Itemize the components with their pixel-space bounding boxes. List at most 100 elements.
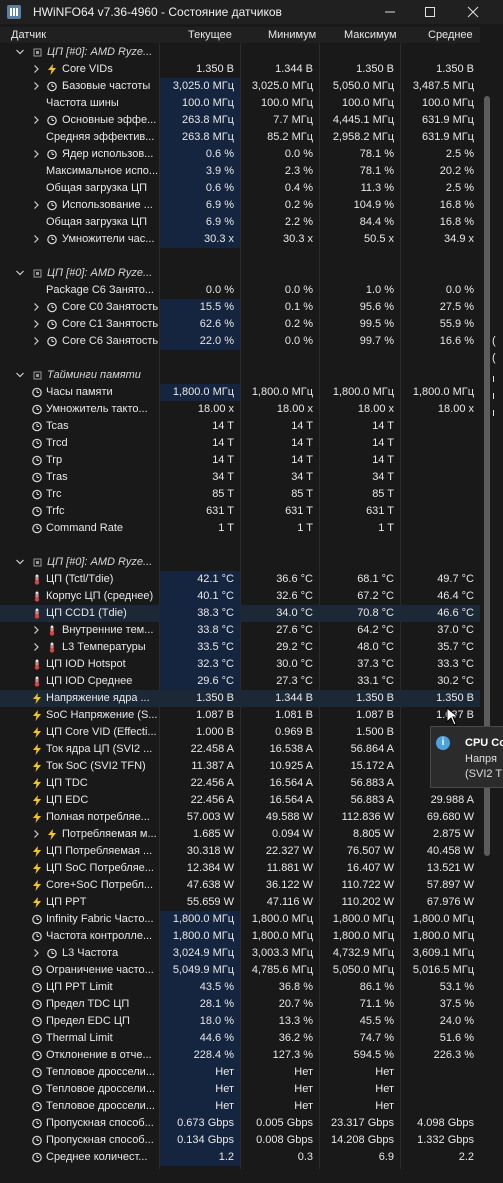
sensor-row[interactable]: SoC Напряжение (S... 1.087 В 1.081 В 1.087 … <box>0 707 480 724</box>
chevron-right-icon[interactable] <box>32 829 40 839</box>
chevron-right-icon[interactable] <box>32 336 40 346</box>
sensor-group-row[interactable]: ЦП [#0]: AMD Ryze... <box>0 265 480 282</box>
column-minimum[interactable]: Минимум <box>268 29 316 41</box>
sensor-row[interactable]: Ток SoC (SVI2 TFN) 11.387 A 10.925 A 15.172… <box>0 758 480 775</box>
sensor-row[interactable]: Среднее количест... 1.2 0.3 6.9 2.2 <box>0 1149 480 1166</box>
sensor-row[interactable]: Тепловое дроссели... Нет Нет Нет <box>0 1081 480 1098</box>
sensor-row[interactable]: Напряжение ядра ... 1.350 В 1.344 В 1.350 В… <box>0 690 480 707</box>
sensor-row[interactable]: Базовые частоты 3,025.0 МГц 3,025.0 МГц 5,0… <box>0 78 480 95</box>
sensor-row[interactable]: ЦП PPT Limit 43.5 % 36.8 % 86.1 % 53.1 % <box>0 979 480 996</box>
chevron-right-icon[interactable] <box>32 200 40 210</box>
sensor-row[interactable]: ЦП TDC 22.456 A 16.564 A 56.883 A <box>0 775 480 792</box>
sensor-row[interactable]: Потребляемая м... 1.685 W 0.094 W 8.805 W 2.… <box>0 826 480 843</box>
sensor-row[interactable]: Thermal Limit 44.6 % 36.2 % 74.7 % 51.6 % <box>0 1030 480 1047</box>
chevron-right-icon[interactable] <box>32 81 40 91</box>
sensor-row[interactable]: Общая загрузка ЦП 6.9 % 2.2 % 84.4 % 16.8 % <box>0 214 480 231</box>
chevron-right-icon[interactable] <box>32 319 40 329</box>
chevron-right-icon[interactable] <box>32 234 40 244</box>
column-maximum[interactable]: Максимум <box>344 29 397 41</box>
sensor-row[interactable]: ЦП EDC 22.456 A 16.564 A 56.883 A 29.988 A <box>0 792 480 809</box>
sensor-row[interactable]: Умножители час... 30.3 x 30.3 x 50.5 x 34.9 … <box>0 231 480 248</box>
sensor-row[interactable]: Частота шины 100.0 МГц 100.0 МГц 100.0 МГц 1… <box>0 95 480 112</box>
maximum-value: Нет <box>375 1100 394 1112</box>
table-spacer <box>0 350 480 367</box>
minimum-value: 27.3 °C <box>276 675 313 687</box>
sensor-row[interactable]: Корпус ЦП (среднее) 40.1 °C 32.6 °C 67.2 °C… <box>0 588 480 605</box>
sensor-row[interactable]: Пропускная способ... 0.673 Gbps 0.005 Gbps… <box>0 1115 480 1132</box>
sensor-group-row[interactable]: Тайминги памяти <box>0 367 480 384</box>
minimize-button[interactable] <box>371 0 409 24</box>
sensor-row[interactable]: ЦП IOD Среднее 29.6 °C 27.3 °C 33.1 °C 30.2 … <box>0 673 480 690</box>
sensor-row[interactable]: Тепловое дроссели... Нет Нет Нет <box>0 1064 480 1081</box>
chevron-right-icon[interactable] <box>32 642 40 652</box>
sensor-row[interactable]: Core C0 Занятость 15.5 % 0.1 % 95.6 % 27.5 % <box>0 299 480 316</box>
sensor-row[interactable]: Core+SoC Потребл... 47.638 W 36.122 W 110.7… <box>0 877 480 894</box>
chevron-right-icon[interactable] <box>32 625 40 635</box>
sensor-row[interactable]: Полная потребляе... 57.003 W 49.588 W 112.8… <box>0 809 480 826</box>
vertical-scrollbar[interactable] <box>484 44 490 1169</box>
chevron-down-icon[interactable] <box>16 268 24 278</box>
sensor-row[interactable]: ЦП IOD Hotspot 32.3 °C 30.0 °C 37.3 °C 33.3 … <box>0 656 480 673</box>
sensor-row[interactable]: Предел TDC ЦП 28.1 % 20.7 % 71.1 % 37.5 % <box>0 996 480 1013</box>
sensor-row[interactable]: Trfc 631 T 631 T 631 T <box>0 503 480 520</box>
sensor-row[interactable]: Основные эффе... 263.8 МГц 7.7 МГц 4,445.1 … <box>0 112 480 129</box>
column-average[interactable]: Среднее <box>428 29 473 41</box>
chevron-down-icon[interactable] <box>16 370 24 380</box>
sensor-group-row[interactable]: ЦП [#0]: AMD Ryze... <box>0 44 480 61</box>
sensor-row[interactable]: ЦП Потребляемая ... 30.318 W 22.327 W 76.50… <box>0 843 480 860</box>
sensor-row[interactable]: ЦП PPT 55.659 W 47.116 W 110.202 W 67.976 W <box>0 894 480 911</box>
chevron-right-icon[interactable] <box>32 149 40 159</box>
current-value: 15.5 % <box>160 299 240 316</box>
sensor-row[interactable]: Command Rate 1 T 1 T 1 T <box>0 520 480 537</box>
sensor-row[interactable]: Core VIDs 1.350 В 1.344 В 1.350 В 1.350 В <box>0 61 480 78</box>
close-button[interactable] <box>454 0 492 24</box>
sensor-row[interactable]: Ядер использов... 0.6 % 0.0 % 78.1 % 2.5 % <box>0 146 480 163</box>
sensor-row[interactable]: Максимальное испо... 3.9 % 2.3 % 78.1 % 20.2… <box>0 163 480 180</box>
sensor-row[interactable]: ЦП SoC Потребляе... 12.384 W 11.881 W 16.40… <box>0 860 480 877</box>
maximize-button[interactable] <box>411 0 449 24</box>
minimum-value: 7.7 МГц <box>273 114 313 126</box>
sensor-row[interactable]: Отклонение в отче... 228.4 % 127.3 % 594.5 … <box>0 1047 480 1064</box>
chevron-right-icon[interactable] <box>32 64 40 74</box>
sensor-row[interactable]: Trc 85 T 85 T 85 T <box>0 486 480 503</box>
average-value: 2.2 <box>458 1151 474 1163</box>
sensor-row[interactable]: Ограничение часто... 5,049.9 МГц 4,785.6 М… <box>0 962 480 979</box>
chevron-down-icon[interactable] <box>16 47 24 57</box>
sensor-row[interactable]: Tcas 14 T 14 T 14 T <box>0 418 480 435</box>
sensor-row[interactable]: Часы памяти 1,800.0 МГц 1,800.0 МГц 1,800.0… <box>0 384 480 401</box>
sensor-row[interactable]: Пропускная способ... 0.134 Gbps 0.008 Gbps… <box>0 1132 480 1149</box>
chevron-right-icon[interactable] <box>32 302 40 312</box>
chevron-right-icon[interactable] <box>32 948 40 958</box>
sensor-row[interactable]: Частота контролле... 1,800.0 МГц 1,800.0 М… <box>0 928 480 945</box>
sensor-row[interactable]: L3 Частота 3,024.9 МГц 3,003.3 МГц 4,732.9 … <box>0 945 480 962</box>
chevron-right-icon[interactable] <box>32 115 40 125</box>
sensor-row[interactable]: L3 Температуры 33.5 °C 29.2 °C 48.0 °C 35.7 … <box>0 639 480 656</box>
sensor-row[interactable]: ЦП Core VID (Effecti... 1.000 В 0.969 В 1.5… <box>0 724 480 741</box>
sensor-row[interactable]: Тепловое дроссели... Нет Нет Нет <box>0 1098 480 1115</box>
sensor-row[interactable]: Package C6 Занято... 0.0 % 0.0 % 1.0 % 0.0 % <box>0 282 480 299</box>
sensor-row[interactable]: Core C1 Занятость 62.6 % 0.2 % 99.5 % 55.9 % <box>0 316 480 333</box>
sensor-row[interactable]: Tras 34 T 34 T 34 T <box>0 469 480 486</box>
sensor-row[interactable]: Общая загрузка ЦП 0.6 % 0.4 % 11.3 % 2.5 % <box>0 180 480 197</box>
sensor-row[interactable]: ЦП CCD1 (Tdie) 38.3 °C 34.0 °C 70.8 °C 46.6 … <box>0 605 480 622</box>
minimum-value: 34.0 °C <box>276 607 313 619</box>
chevron-down-icon[interactable] <box>16 557 24 567</box>
column-sensor[interactable]: Датчик <box>11 29 46 41</box>
maximum-value: 1.350 В <box>356 692 394 704</box>
sensor-row[interactable]: Внутренние тем... 33.8 °C 27.6 °C 64.2 °C 37… <box>0 622 480 639</box>
sensor-row[interactable]: Умножитель такто... 18.00 x 18.00 x 18.00 x… <box>0 401 480 418</box>
sensor-row[interactable]: ЦП (Tctl/Tdie) 42.1 °C 36.6 °C 68.1 °C 49.7 … <box>0 571 480 588</box>
sensor-row[interactable]: Trp 14 T 14 T 14 T <box>0 452 480 469</box>
sensor-row[interactable]: Использование ... 6.9 % 0.2 % 104.9 % 16.8 % <box>0 197 480 214</box>
sensor-row[interactable]: Core C6 Занятость 22.0 % 0.0 % 99.7 % 16.6 % <box>0 333 480 350</box>
column-current[interactable]: Текущее <box>188 29 232 41</box>
sensor-name-cell: Core C1 Занятость <box>0 316 159 333</box>
sensor-row[interactable]: Infinity Fabric Часто... 1,800.0 МГц 1,800… <box>0 911 480 928</box>
clipped-glyph: ı <box>492 373 496 385</box>
average-value: 1,800.0 МГц <box>412 913 474 925</box>
sensor-row[interactable]: Предел EDC ЦП 18.0 % 13.3 % 45.5 % 24.0 % <box>0 1013 480 1030</box>
sensor-row[interactable]: Trcd 14 T 14 T 14 T <box>0 435 480 452</box>
sensor-row[interactable]: Ток ядра ЦП (SVI2 ... 22.458 A 16.538 A 56.… <box>0 741 480 758</box>
sensor-group-row[interactable]: ЦП [#0]: AMD Ryze... <box>0 554 480 571</box>
sensor-row[interactable]: Средняя эффектив... 263.8 МГц 85.2 МГц 2,95… <box>0 129 480 146</box>
